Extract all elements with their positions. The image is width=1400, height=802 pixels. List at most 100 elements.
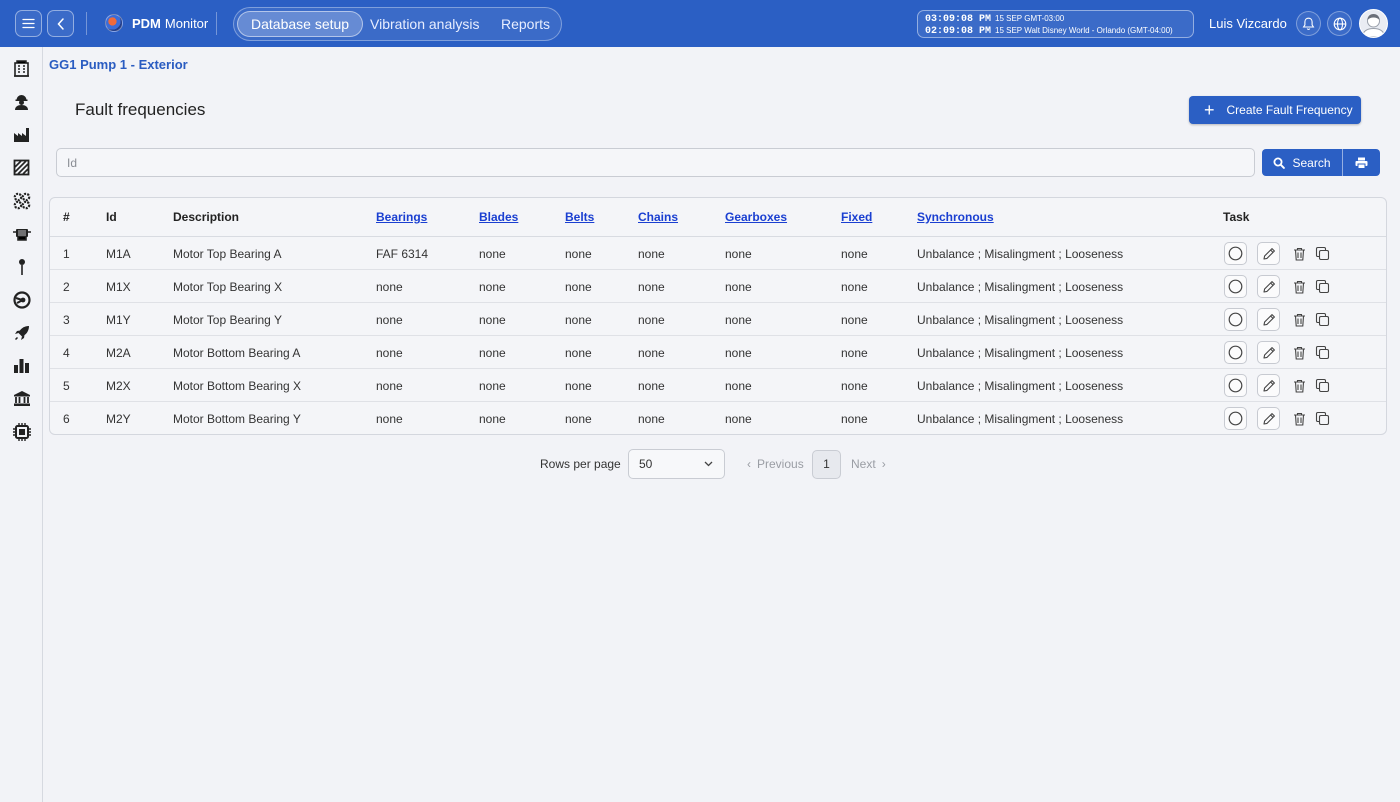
edit-button[interactable] (1257, 275, 1280, 298)
col-header-id: Id (106, 210, 117, 224)
row-id: M2Y (106, 412, 131, 426)
delete-button[interactable] (1288, 341, 1311, 364)
table-row: 3 M1Y Motor Top Bearing Y none none none none n… (50, 303, 1386, 336)
circle-icon (1228, 345, 1243, 360)
delete-button[interactable] (1288, 275, 1311, 298)
search-input[interactable] (56, 148, 1255, 177)
sensor-pin-icon[interactable] (12, 257, 31, 276)
col-header-fixed[interactable]: Fixed (841, 210, 872, 224)
rows-per-page-value: 50 (639, 457, 653, 471)
tab-database-setup[interactable]: Database setup (237, 11, 364, 37)
menu-button[interactable] (15, 10, 42, 37)
row-fixed: none (841, 379, 868, 393)
col-header-belts[interactable]: Belts (565, 210, 594, 224)
duplicate-button[interactable] (1311, 407, 1334, 430)
search-icon (1273, 157, 1286, 169)
row-bearings: none (376, 379, 403, 393)
select-button[interactable] (1224, 308, 1247, 331)
create-fault-frequency-button[interactable]: + Create Fault Frequency (1189, 96, 1361, 124)
row-fixed: none (841, 247, 868, 261)
factory-icon[interactable] (12, 125, 31, 144)
circle-icon (1228, 279, 1243, 294)
duplicate-button[interactable] (1311, 242, 1334, 265)
select-button[interactable] (1224, 341, 1247, 364)
edit-button[interactable] (1257, 341, 1280, 364)
app-name-bold: PDM (132, 15, 161, 31)
duplicate-button[interactable] (1311, 374, 1334, 397)
row-chains: none (638, 379, 665, 393)
select-button[interactable] (1224, 407, 1247, 430)
pencil-icon (1262, 346, 1275, 359)
delete-button[interactable] (1288, 374, 1311, 397)
panel-icon[interactable] (12, 158, 31, 177)
print-button[interactable] (1342, 149, 1380, 176)
chevron-left-icon: ‹ (747, 457, 751, 471)
trash-icon (1294, 280, 1305, 294)
delete-button[interactable] (1288, 407, 1311, 430)
gears-icon[interactable] (12, 191, 31, 210)
copy-icon (1315, 246, 1330, 261)
back-button[interactable] (47, 10, 74, 37)
edit-button[interactable] (1257, 242, 1280, 265)
row-description: Motor Top Bearing X (173, 280, 283, 294)
rows-per-page-select[interactable]: 50 (628, 449, 725, 479)
delete-button[interactable] (1288, 308, 1311, 331)
col-header-synchronous[interactable]: Synchronous (917, 210, 994, 224)
select-button[interactable] (1224, 275, 1247, 298)
trash-icon (1294, 346, 1305, 360)
col-header-gearboxes[interactable]: Gearboxes (725, 210, 787, 224)
bar-chart-icon[interactable] (12, 356, 31, 375)
next-page-button[interactable]: Next › (851, 457, 886, 471)
select-button[interactable] (1224, 374, 1247, 397)
row-blades: none (479, 313, 506, 327)
col-header-chains[interactable]: Chains (638, 210, 678, 224)
page-1-button[interactable]: 1 (812, 450, 841, 479)
col-header-blades[interactable]: Blades (479, 210, 518, 224)
edit-button[interactable] (1257, 407, 1280, 430)
app-brand[interactable]: PDM Monitor (105, 14, 208, 32)
app-logo-icon (105, 14, 123, 32)
rocket-icon[interactable] (12, 323, 31, 342)
user-name[interactable]: Luis Vizcardo (1209, 16, 1287, 31)
table-row: 6 M2Y Motor Bottom Bearing Y none none none no… (50, 402, 1386, 435)
row-description: Motor Bottom Bearing A (173, 346, 301, 360)
institution-icon[interactable] (12, 389, 31, 408)
row-bearings: none (376, 280, 403, 294)
duplicate-button[interactable] (1311, 341, 1334, 364)
trash-icon (1294, 379, 1305, 393)
row-synchronous: Unbalance ; Misalingment ; Looseness (917, 379, 1124, 393)
pencil-icon (1262, 379, 1275, 392)
duplicate-button[interactable] (1311, 308, 1334, 331)
edit-button[interactable] (1257, 374, 1280, 397)
previous-page-button[interactable]: ‹ Previous (747, 457, 804, 471)
chevron-right-icon: › (881, 457, 886, 471)
col-header-number: # (63, 210, 70, 224)
breadcrumb[interactable]: GG1 Pump 1 - Exterior (49, 57, 188, 72)
col-header-bearings[interactable]: Bearings (376, 210, 427, 224)
row-gearboxes: none (725, 280, 752, 294)
turbine-icon[interactable] (12, 290, 31, 309)
search-button-label: Search (1292, 155, 1331, 170)
circle-icon (1228, 378, 1243, 393)
motor-icon[interactable] (12, 224, 31, 243)
tab-reports[interactable]: Reports (488, 11, 563, 37)
search-button[interactable]: Search (1262, 149, 1342, 176)
clock-widget[interactable]: 03:09:08 PM 15 SEP GMT-03:00 02:09:08 PM 1… (917, 10, 1194, 38)
select-button[interactable] (1224, 242, 1247, 265)
duplicate-button[interactable] (1311, 275, 1334, 298)
tab-vibration-analysis[interactable]: Vibration analysis (357, 11, 492, 37)
chip-icon[interactable] (12, 422, 31, 441)
language-button[interactable] (1327, 11, 1352, 36)
delete-button[interactable] (1288, 242, 1311, 265)
worker-icon[interactable] (12, 92, 31, 111)
avatar[interactable] (1359, 9, 1388, 38)
notifications-button[interactable] (1296, 11, 1321, 36)
row-description: Motor Bottom Bearing Y (173, 412, 301, 426)
pencil-icon (1262, 412, 1275, 425)
row-belts: none (565, 247, 592, 261)
building-icon[interactable] (12, 59, 31, 78)
copy-icon (1315, 378, 1330, 393)
edit-button[interactable] (1257, 308, 1280, 331)
row-bearings: none (376, 346, 403, 360)
sidebar (0, 47, 43, 802)
